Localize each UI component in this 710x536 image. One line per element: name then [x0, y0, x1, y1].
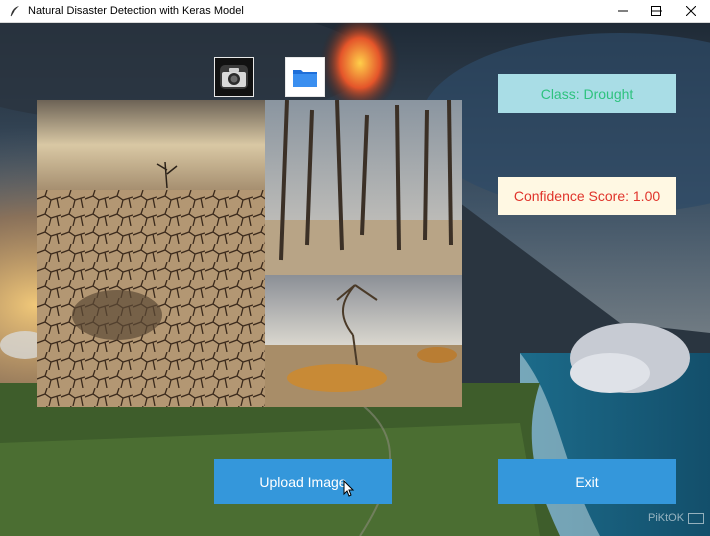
class-label: Class: Drought: [498, 74, 676, 113]
close-button[interactable]: [674, 0, 708, 22]
window-title: Natural Disaster Detection with Keras Mo…: [28, 5, 244, 17]
image-preview: [37, 100, 462, 407]
minimize-hit[interactable]: [606, 0, 640, 22]
maximize-icon: [651, 6, 661, 16]
minimize-icon: [618, 10, 628, 12]
watermark-logo-icon: [688, 512, 705, 524]
exit-button[interactable]: Exit: [498, 459, 676, 504]
watermark-text: PiKtOK: [648, 512, 685, 524]
mouse-cursor-icon: [343, 480, 355, 497]
feather-icon: [8, 4, 22, 18]
app-content: Class: Drought Confidence Score: 1.00 Up…: [0, 23, 710, 536]
folder-button[interactable]: [285, 57, 325, 97]
title-bar[interactable]: Natural Disaster Detection with Keras Mo…: [0, 0, 710, 23]
confidence-label: Confidence Score: 1.00: [498, 177, 676, 215]
app-window: Natural Disaster Detection with Keras Mo…: [0, 0, 710, 536]
folder-icon: [293, 70, 317, 87]
close-icon: [686, 6, 696, 16]
camera-button[interactable]: [214, 57, 254, 97]
upload-image-button[interactable]: Upload Image: [214, 459, 392, 504]
camera-icon: [220, 65, 248, 89]
watermark: PiKtOK: [648, 512, 705, 524]
maximize-button[interactable]: [639, 0, 673, 22]
